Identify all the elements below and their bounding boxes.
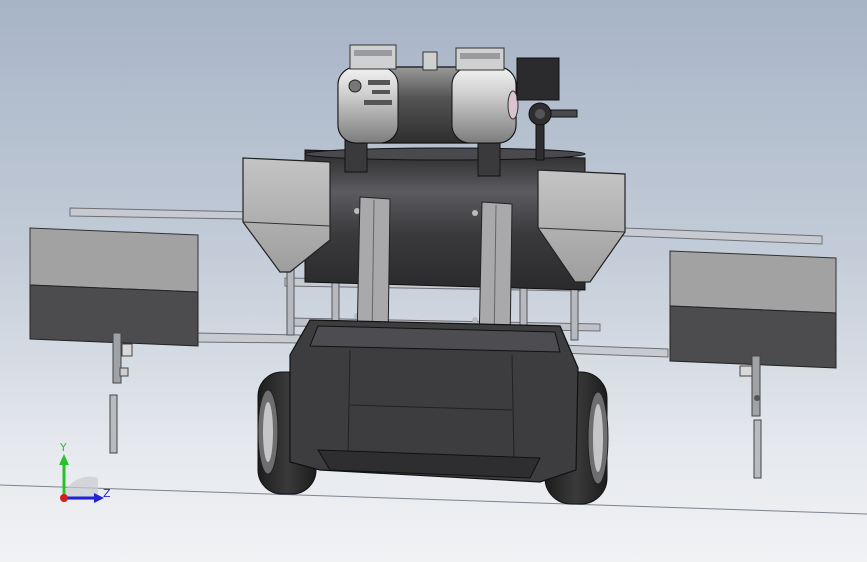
coordinate-triad <box>59 454 104 503</box>
gas-tank <box>337 66 519 144</box>
tank-caps <box>349 44 505 71</box>
robot-model[interactable] <box>0 0 867 562</box>
controller-box <box>516 57 578 126</box>
left-side-box <box>29 227 199 347</box>
z-axis-label: Z <box>103 487 111 500</box>
cad-viewport[interactable]: Y Z <box>0 0 867 562</box>
left-probe <box>109 332 133 454</box>
ground-line <box>0 484 867 515</box>
right-side-box <box>669 250 837 369</box>
right-probe <box>739 355 762 479</box>
chassis-body <box>289 319 579 483</box>
y-axis-label: Y <box>60 441 67 454</box>
